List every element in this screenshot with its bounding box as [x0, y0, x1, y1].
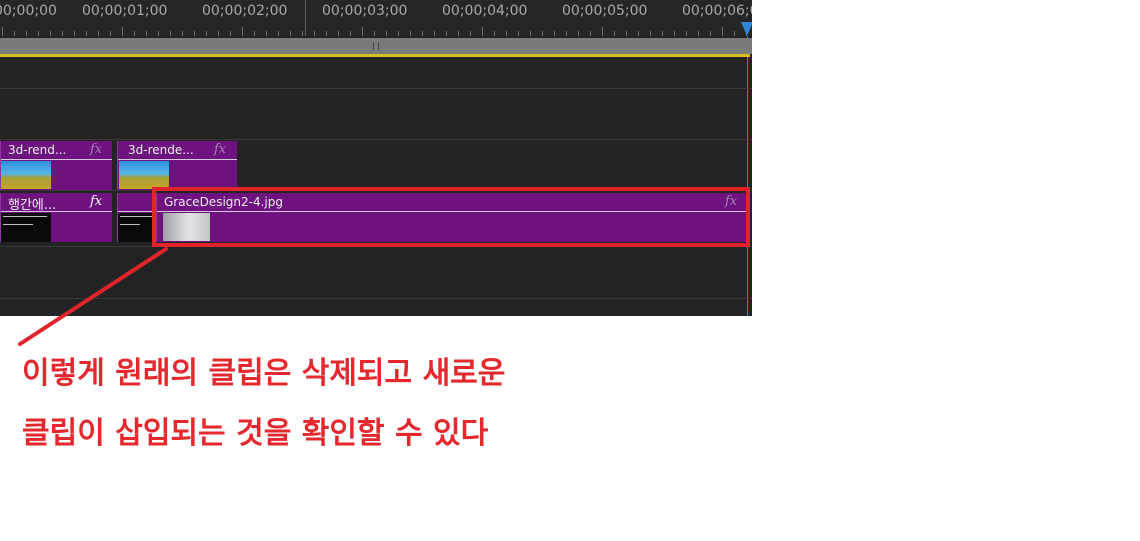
annotation-line-1: 이렇게 원래의 클립은 삭제되고 새로운 [22, 356, 506, 391]
annotation-line-2: 클립이 삽입되는 것을 확인할 수 있다 [22, 416, 489, 451]
callout-arrow [18, 247, 168, 346]
